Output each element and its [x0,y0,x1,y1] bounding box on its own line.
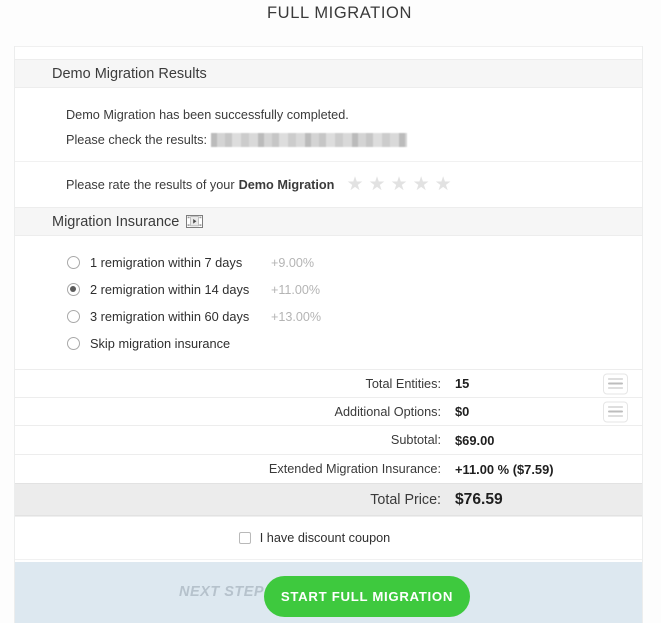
table-row-additional-options: Additional Options: $0 [15,397,642,425]
radio-option-2[interactable] [67,283,80,296]
table-row-subtotal: Subtotal: $69.00 [15,425,642,454]
list-details-icon-total-entities[interactable] [603,373,628,394]
star-4-icon[interactable]: ★ [413,175,430,194]
insurance-option-2[interactable]: 2 remigration within 14 days +11.00% [15,276,642,303]
insurance-option-3[interactable]: 3 remigration within 60 days +13.00% [15,303,642,330]
extended-insurance-value: +11.00 % ($7.59) [455,461,554,477]
next-step-label: NEXT STEP [179,584,265,600]
extended-insurance-label: Extended Migration Insurance: [268,462,441,476]
total-price-label: Total Price: [370,491,441,508]
table-row-extended-insurance: Extended Migration Insurance: +11.00 % (… [15,454,642,483]
star-3-icon[interactable]: ★ [391,175,408,194]
star-5-icon[interactable]: ★ [435,175,452,194]
discount-coupon-label: I have discount coupon [259,531,391,545]
page-root: FULL MIGRATION Demo Migration Results De… [0,0,661,623]
rate-prefix-label: Please rate the results of your [66,177,235,192]
insurance-option-1[interactable]: 1 remigration within 7 days +9.00% [15,249,642,276]
radio-option-1[interactable] [67,256,80,269]
section-header-migration-insurance: Migration Insurance [15,207,642,236]
subtotal-value: $69.00 [455,432,495,448]
footer-bar: NEXT STEP START FULL MIGRATION [14,562,643,623]
star-rating[interactable]: ★ ★ ★ ★ ★ [346,175,451,194]
section-header-demo-results: Demo Migration Results [15,59,642,88]
page-title: FULL MIGRATION [267,4,412,22]
section-title-demo-results: Demo Migration Results [52,65,207,82]
insurance-option-4-label: Skip migration insurance [90,336,231,351]
start-full-migration-button[interactable]: START FULL MIGRATION [264,576,470,617]
table-row-total-entities: Total Entities: 15 [15,369,642,397]
total-entities-label: Total Entities: [365,376,441,391]
list-details-icon-additional-options[interactable] [603,401,628,422]
rate-results-row: Please rate the results of your Demo Mig… [15,161,642,207]
total-price-value: $76.59 [455,490,503,508]
section-title-migration-insurance: Migration Insurance [52,213,180,230]
demo-success-label: Demo Migration has been successfully com… [66,107,349,122]
table-row-total-price: Total Price: $76.59 [15,483,642,516]
insurance-option-1-percent: +9.00% [271,255,315,270]
radio-option-3[interactable] [67,310,80,323]
star-2-icon[interactable]: ★ [368,175,385,194]
demo-results-link-row: Please check the results: [15,127,642,152]
insurance-option-4[interactable]: Skip migration insurance [15,330,642,357]
additional-options-label: Additional Options: [334,404,442,419]
demo-success-text: Demo Migration has been successfully com… [15,102,642,127]
video-icon[interactable] [186,215,204,228]
subtotal-label: Subtotal: [390,433,441,447]
check-results-label: Please check the results: [66,132,208,147]
insurance-option-3-percent: +13.00% [271,309,322,324]
rate-bold-label: Demo Migration [238,177,335,192]
insurance-option-3-label: 3 remigration within 60 days [90,309,250,324]
radio-option-4[interactable] [67,337,80,350]
results-link-redacted[interactable] [211,132,408,147]
discount-coupon-checkbox[interactable] [238,532,251,544]
discount-coupon-row[interactable]: I have discount coupon [15,516,642,559]
card-top-strip [15,46,642,59]
demo-results-body: Demo Migration has been successfully com… [15,88,642,207]
insurance-option-2-percent: +11.00% [271,282,321,297]
insurance-option-1-label: 1 remigration within 7 days [90,255,243,270]
migration-card: Demo Migration Results Demo Migration ha… [14,46,643,575]
insurance-option-2-label: 2 remigration within 14 days [90,282,250,297]
star-1-icon[interactable]: ★ [346,175,363,194]
additional-options-value: $0 [455,404,470,419]
total-entities-value: 15 [455,376,470,391]
insurance-options-list: 1 remigration within 7 days +9.00% 2 rem… [15,236,642,369]
